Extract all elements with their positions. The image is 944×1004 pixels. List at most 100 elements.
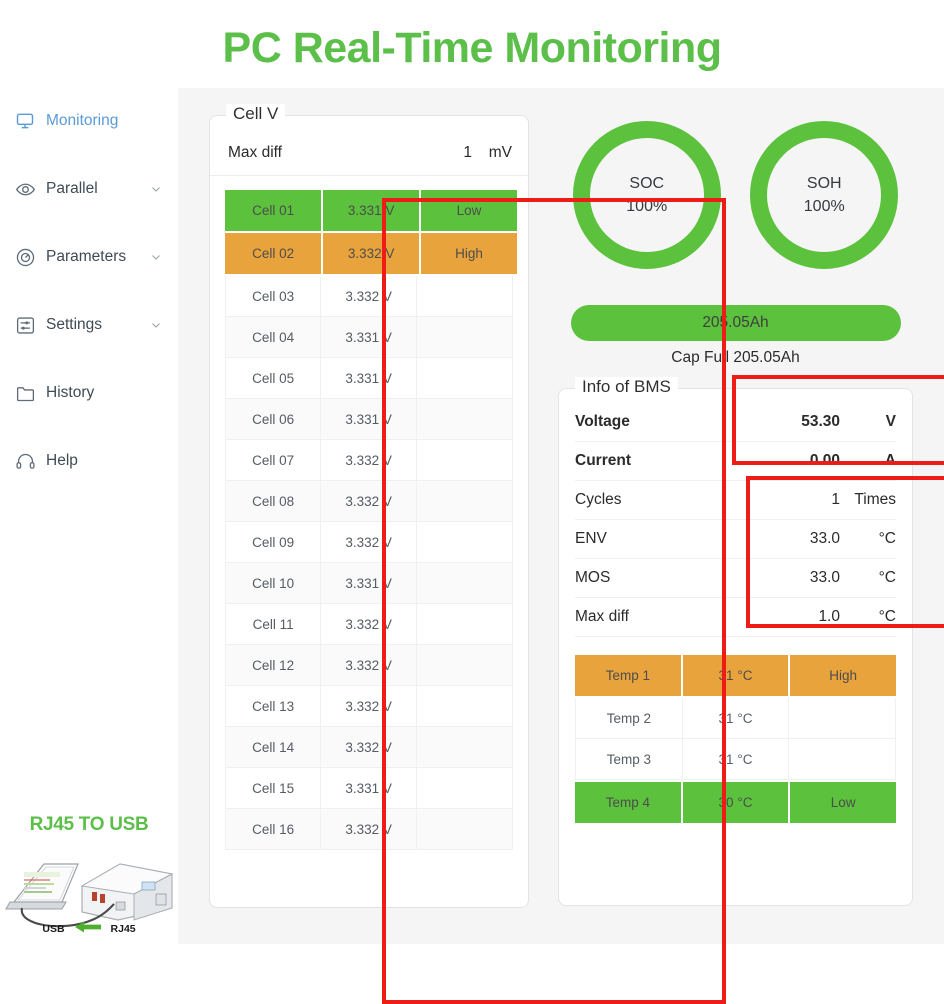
table-row[interactable]: Cell 10 3.331 V	[225, 563, 513, 604]
eye-icon	[14, 178, 36, 200]
cell-voltage: 3.332 V	[321, 686, 418, 727]
bms-row-label: Max diff	[575, 608, 629, 625]
temp-name: Temp 3	[575, 739, 683, 780]
sliders-icon	[14, 314, 36, 336]
cell-max-diff-row: Max diff 1 mV	[210, 130, 528, 176]
cell-max-diff-label: Max diff	[228, 143, 282, 161]
soh-gauge: SOH 100%	[750, 121, 899, 269]
usb-label: USB	[42, 922, 65, 935]
table-row[interactable]: Cell 11 3.332 V	[225, 604, 513, 645]
bms-info-row: Cycles 1 Times	[575, 481, 896, 520]
temp-status	[789, 739, 897, 780]
cell-status	[417, 481, 513, 522]
bms-row-unit: °C	[878, 569, 896, 586]
cell-name: Cell 09	[225, 522, 322, 563]
sidebar-item-help[interactable]: Help	[0, 446, 178, 476]
sidebar-item-parameters[interactable]: Parameters	[0, 242, 178, 272]
cell-status: High	[421, 233, 517, 274]
table-row[interactable]: Temp 1 31 °C High	[575, 655, 897, 696]
temp-name: Temp 1	[575, 655, 681, 696]
cell-status	[417, 358, 513, 399]
cell-status	[417, 440, 513, 481]
cell-name: Cell 07	[225, 440, 322, 481]
cell-voltage-panel: Cell V Max diff 1 mV Cell 01 3.331 V Low Ce…	[209, 104, 529, 908]
cell-voltage: 3.332 V	[321, 809, 418, 850]
sidebar-item-label: History	[46, 384, 95, 401]
bms-row-unit: V	[885, 413, 896, 430]
cell-name: Cell 14	[225, 727, 322, 768]
laptop-illustration	[5, 863, 79, 910]
table-row[interactable]: Cell 08 3.332 V	[225, 481, 513, 522]
table-row[interactable]: Cell 01 3.331 V Low	[225, 190, 517, 231]
capacity-bar: 205.05Ah	[570, 304, 901, 341]
cell-name: Cell 03	[225, 276, 322, 317]
cell-voltage: 3.331 V	[321, 399, 418, 440]
table-row[interactable]: Cell 03 3.332 V	[225, 276, 513, 317]
table-row[interactable]: Cell 05 3.331 V	[225, 358, 513, 399]
chevron-down-icon[interactable]	[150, 183, 162, 195]
bms-info-row: MOS 33.0 °C	[575, 559, 896, 598]
cell-voltage: 3.332 V	[321, 522, 418, 563]
folder-icon	[14, 382, 36, 404]
cell-name: Cell 11	[225, 604, 322, 645]
cell-status	[417, 809, 513, 850]
table-row[interactable]: Cell 14 3.332 V	[225, 727, 513, 768]
bms-info-legend: Info of BMS	[575, 377, 678, 397]
cell-name: Cell 10	[225, 563, 322, 604]
table-row[interactable]: Temp 2 31 °C	[575, 698, 897, 739]
cell-status	[417, 399, 513, 440]
bms-row-label: Voltage	[575, 413, 630, 430]
cell-voltage: 3.331 V	[323, 190, 420, 231]
table-row[interactable]: Cell 07 3.332 V	[225, 440, 513, 481]
table-row[interactable]: Temp 4 30 °C Low	[575, 782, 897, 823]
bms-row-label: ENV	[575, 530, 607, 547]
bms-row-value: 0.00	[809, 452, 840, 469]
table-row[interactable]: Cell 16 3.332 V	[225, 809, 513, 850]
sidebar: Monitoring Parallel Parameters Settings …	[0, 88, 178, 944]
cell-name: Cell 12	[225, 645, 322, 686]
soc-gauge: SOC 100%	[572, 121, 721, 269]
soh-gauge-value: 100%	[803, 197, 845, 215]
temp-value: 31 °C	[682, 739, 790, 780]
table-row[interactable]: Cell 09 3.332 V	[225, 522, 513, 563]
table-row[interactable]: Cell 15 3.331 V	[225, 768, 513, 809]
capacity-sublabel: Cap Full 205.05Ah	[671, 348, 800, 366]
sidebar-item-settings[interactable]: Settings	[0, 310, 178, 340]
cell-status	[417, 604, 513, 645]
temp-status	[789, 698, 897, 739]
cell-voltage: 3.332 V	[321, 481, 418, 522]
bms-row-label: Current	[575, 452, 631, 469]
sidebar-item-label: Help	[46, 452, 78, 469]
rj45-promo-title: RJ45 TO USB	[29, 814, 149, 835]
main-content: Cell V Max diff 1 mV Cell 01 3.331 V Low Ce…	[178, 88, 944, 1004]
table-row[interactable]: Cell 12 3.332 V	[225, 645, 513, 686]
cell-status	[417, 522, 513, 563]
cell-name: Cell 15	[225, 768, 322, 809]
bms-row-value: 53.30	[801, 413, 840, 430]
sidebar-item-label: Settings	[46, 316, 103, 333]
chevron-down-icon[interactable]	[150, 319, 162, 331]
temp-value: 31 °C	[682, 655, 789, 696]
cell-name: Cell 06	[225, 399, 322, 440]
bms-row-value: 1.0	[818, 608, 840, 625]
table-row[interactable]: Temp 3 31 °C	[575, 739, 897, 780]
cell-voltage: 3.332 V	[321, 727, 418, 768]
chevron-down-icon[interactable]	[150, 251, 162, 263]
cell-voltage: 3.331 V	[321, 563, 418, 604]
sidebar-item-label: Parallel	[46, 180, 98, 197]
sidebar-item-monitoring[interactable]: Monitoring	[0, 106, 178, 136]
sidebar-item-history[interactable]: History	[0, 378, 178, 408]
cell-max-diff-value: 1	[463, 143, 472, 161]
table-row[interactable]: Cell 04 3.331 V	[225, 317, 513, 358]
sidebar-item-parallel[interactable]: Parallel	[0, 174, 178, 204]
soc-gauge-value: 100%	[626, 197, 668, 215]
table-row[interactable]: Cell 02 3.332 V High	[225, 233, 517, 274]
bms-row-value: 33.0	[809, 569, 840, 586]
cell-status	[417, 276, 513, 317]
cell-name: Cell 08	[225, 481, 322, 522]
bms-row-unit: °C	[878, 530, 896, 547]
temp-status: Low	[790, 782, 897, 823]
table-row[interactable]: Cell 13 3.332 V	[225, 686, 513, 727]
app-body: Monitoring Parallel Parameters Settings …	[0, 88, 944, 1004]
table-row[interactable]: Cell 06 3.331 V	[225, 399, 513, 440]
